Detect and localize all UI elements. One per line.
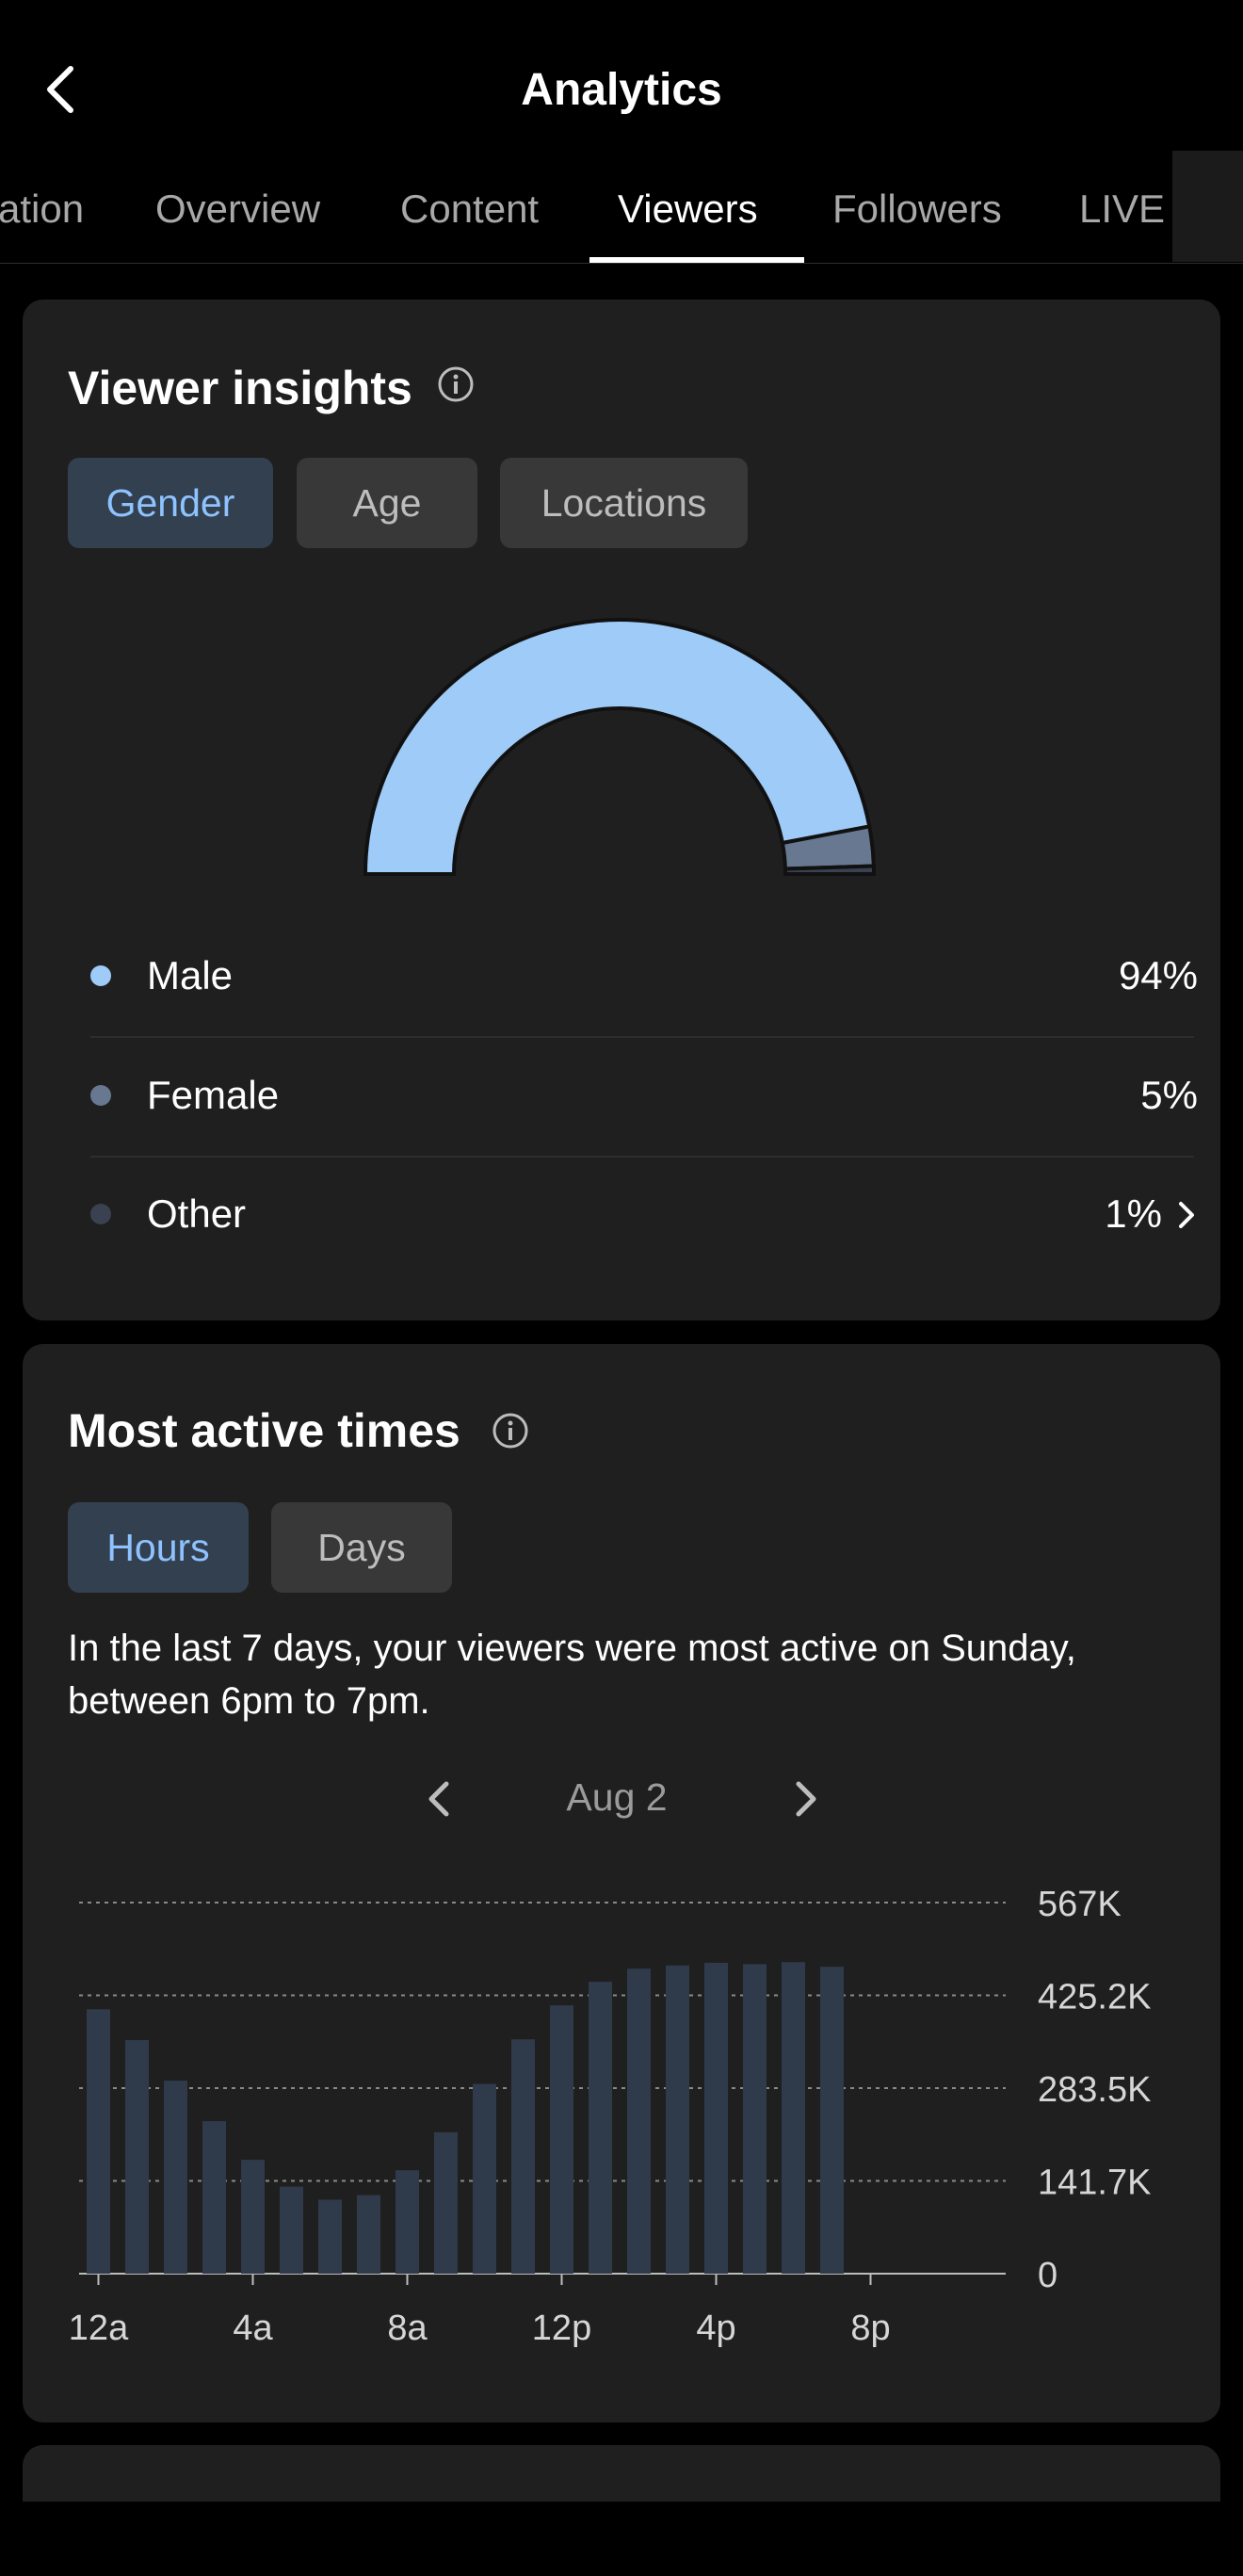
x-tick-label: 12a bbox=[69, 2309, 129, 2348]
x-tick-label: 4a bbox=[233, 2309, 273, 2348]
bar-5p bbox=[743, 1964, 767, 2274]
bar-8a bbox=[396, 2170, 419, 2274]
next-card-peek bbox=[23, 2445, 1220, 2502]
bar-1p bbox=[589, 1982, 612, 2274]
bar-4p bbox=[704, 1962, 728, 2274]
hours-bar-chart: 0 141.7K 283.5K 425.2K 567K 12a 4a 8a 12p 4p 8p bbox=[69, 1885, 1152, 2348]
x-tick-label: 12p bbox=[532, 2309, 591, 2348]
bar-2a bbox=[164, 2081, 187, 2274]
y-tick-label: 425.2K bbox=[1038, 1978, 1151, 2017]
x-tick-label: 4p bbox=[696, 2309, 735, 2348]
bar-4a bbox=[241, 2160, 265, 2274]
y-tick-label: 567K bbox=[1038, 1885, 1122, 1924]
bar-2p bbox=[627, 1968, 651, 2274]
bar-12p bbox=[550, 2005, 573, 2274]
bar-7p bbox=[820, 1967, 844, 2274]
bar-11a bbox=[511, 2039, 535, 2274]
bar-6a bbox=[318, 2199, 342, 2274]
bar-3p bbox=[666, 1965, 689, 2274]
y-tick-label: 141.7K bbox=[1038, 2163, 1151, 2203]
bar-10a bbox=[473, 2083, 496, 2274]
x-tick-label: 8p bbox=[850, 2309, 890, 2348]
bar-3a bbox=[202, 2121, 226, 2274]
y-tick-label: 0 bbox=[1038, 2256, 1057, 2295]
bar-6p bbox=[782, 1962, 805, 2274]
x-tick-label: 8a bbox=[387, 2309, 428, 2348]
bar-7a bbox=[357, 2195, 380, 2274]
bar-9a bbox=[434, 2131, 458, 2274]
bar-12a bbox=[87, 2009, 110, 2274]
bar-5a bbox=[280, 2186, 303, 2274]
bar-1a bbox=[125, 2039, 149, 2274]
y-tick-label: 283.5K bbox=[1038, 2070, 1151, 2110]
